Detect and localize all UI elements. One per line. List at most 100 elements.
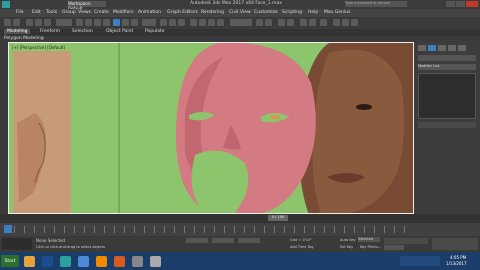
display-tab-icon[interactable] xyxy=(458,45,466,51)
schematic-view-icon[interactable] xyxy=(309,19,316,26)
media-player-taskbar-icon[interactable] xyxy=(78,256,89,267)
reference-coordinate-dropdown[interactable] xyxy=(142,19,156,26)
current-frame-field[interactable] xyxy=(384,245,404,250)
object-name-field[interactable] xyxy=(418,55,476,61)
rectangular-selection-icon[interactable] xyxy=(94,19,101,26)
ribbon-sub-label[interactable]: Polygon Modeling xyxy=(4,36,44,41)
grid-size: Grid = 0'10" xyxy=(290,238,312,242)
render-setup-icon[interactable] xyxy=(333,19,340,26)
modifier-list-dropdown[interactable]: Modifier List xyxy=(418,64,476,70)
x-coordinate-field[interactable] xyxy=(186,238,208,243)
menu-graph-editors[interactable]: Graph Editors xyxy=(167,10,198,15)
named-selection-dropdown[interactable] xyxy=(230,19,252,26)
align-icon[interactable] xyxy=(265,19,272,26)
menu-modifiers[interactable]: Modifiers xyxy=(113,10,134,15)
snap-toggle-icon[interactable] xyxy=(190,19,197,26)
motion-tab-icon[interactable] xyxy=(448,45,456,51)
select-object-icon[interactable] xyxy=(76,19,83,26)
link-icon[interactable] xyxy=(26,19,33,26)
vlc-taskbar-icon[interactable] xyxy=(96,256,107,267)
app-logo[interactable] xyxy=(2,1,10,8)
percent-snap-icon[interactable] xyxy=(208,19,215,26)
menu-views[interactable]: Views xyxy=(78,10,91,15)
menu-file[interactable]: File xyxy=(16,10,24,15)
prompt-line: Click or click-and-drag to select object… xyxy=(36,245,105,249)
tab-object-paint[interactable]: Object Paint xyxy=(106,29,133,34)
maxscript-listener[interactable] xyxy=(2,238,32,250)
menu-animation[interactable]: Animation xyxy=(138,10,161,15)
menu-civil-view[interactable]: Civil View xyxy=(229,10,251,15)
search-input[interactable]: Type a keyword or phrase xyxy=(345,1,407,7)
material-editor-icon[interactable] xyxy=(320,19,327,26)
menu-scripting[interactable]: Scripting xyxy=(282,10,302,15)
unlink-icon[interactable] xyxy=(35,19,42,26)
add-time-tag[interactable]: Add Time Tag xyxy=(290,245,314,249)
selected-mode-dropdown[interactable]: Selected xyxy=(358,237,380,242)
curve-editor-icon[interactable] xyxy=(300,19,307,26)
menu-tools[interactable]: Tools xyxy=(46,10,57,15)
tab-modeling[interactable]: Modeling xyxy=(4,29,31,34)
pivot-center-icon[interactable] xyxy=(160,19,167,26)
menu-max-genius[interactable]: Max Genius xyxy=(324,10,350,15)
viewport-scene xyxy=(13,43,413,213)
minimize-button[interactable] xyxy=(446,1,455,7)
rendered-frame-icon[interactable] xyxy=(342,19,349,26)
angle-snap-icon[interactable] xyxy=(199,19,206,26)
auto-key-button[interactable]: Auto Key xyxy=(340,238,356,242)
firefox-taskbar-icon[interactable] xyxy=(114,256,125,267)
app-taskbar-icon-2[interactable] xyxy=(150,256,161,267)
window-crossing-icon[interactable] xyxy=(103,19,110,26)
modify-tab-icon[interactable] xyxy=(428,45,436,51)
photoshop-taskbar-icon[interactable] xyxy=(42,256,53,267)
select-manipulate-icon[interactable] xyxy=(169,19,176,26)
menu-customize[interactable]: Customize xyxy=(254,10,278,15)
key-filters-button[interactable]: Key Filters... xyxy=(360,245,381,249)
menu-help[interactable]: Help xyxy=(308,10,318,15)
stack-tools[interactable] xyxy=(418,122,476,128)
reference-eye xyxy=(356,104,372,110)
system-tray[interactable] xyxy=(400,256,440,266)
app-taskbar-icon-1[interactable] xyxy=(132,256,143,267)
layer-explorer-icon[interactable] xyxy=(278,19,285,26)
redo-icon[interactable] xyxy=(13,19,20,26)
y-coordinate-field[interactable] xyxy=(212,238,234,243)
selection-filter-dropdown[interactable] xyxy=(56,19,72,26)
menu-edit[interactable]: Edit xyxy=(32,10,41,15)
tab-selection[interactable]: Selection xyxy=(72,29,93,34)
modifier-stack[interactable] xyxy=(418,73,476,119)
explorer-taskbar-icon[interactable] xyxy=(24,256,35,267)
tab-populate[interactable]: Populate xyxy=(145,29,165,34)
start-button[interactable]: Start xyxy=(1,255,19,267)
select-by-name-icon[interactable] xyxy=(85,19,92,26)
workspace-selector[interactable]: Workspace: Default xyxy=(68,1,106,11)
menu-create[interactable]: Create xyxy=(94,10,109,15)
create-tab-icon[interactable] xyxy=(418,45,426,51)
time-slider[interactable]: 0 / 100 xyxy=(0,214,480,223)
hierarchy-tab-icon[interactable] xyxy=(438,45,446,51)
perspective-viewport[interactable]: [+] [Perspective] [Default] xyxy=(8,42,414,214)
bind-spacewarp-icon[interactable] xyxy=(44,19,51,26)
track-bar[interactable] xyxy=(0,223,480,236)
select-move-icon[interactable] xyxy=(113,19,120,26)
viewport-navigation-controls[interactable] xyxy=(432,238,478,250)
z-coordinate-field[interactable] xyxy=(238,238,260,243)
3dsmax-taskbar-icon[interactable] xyxy=(60,256,71,267)
select-rotate-icon[interactable] xyxy=(122,19,129,26)
spinner-snap-icon[interactable] xyxy=(217,19,224,26)
menu-rendering[interactable]: Rendering xyxy=(201,10,224,15)
select-scale-icon[interactable] xyxy=(131,19,138,26)
mirror-icon[interactable] xyxy=(256,19,263,26)
render-icon[interactable] xyxy=(351,19,358,26)
close-button[interactable] xyxy=(466,1,478,7)
playback-controls[interactable] xyxy=(384,238,428,244)
ribbon-toggle-icon[interactable] xyxy=(287,19,294,26)
keyframe-marker[interactable] xyxy=(4,225,12,233)
time-slider-thumb[interactable]: 0 / 100 xyxy=(268,215,288,221)
keyboard-shortcut-icon[interactable] xyxy=(178,19,185,26)
menu-group[interactable]: Group xyxy=(62,10,76,15)
set-key-button[interactable]: Set Key xyxy=(340,245,353,249)
tab-freeform[interactable]: Freeform xyxy=(40,29,60,34)
maximize-button[interactable] xyxy=(456,1,465,7)
title-bar: Workspace: Default Autodesk 3ds Max 2017… xyxy=(0,0,480,11)
undo-icon[interactable] xyxy=(4,19,11,26)
